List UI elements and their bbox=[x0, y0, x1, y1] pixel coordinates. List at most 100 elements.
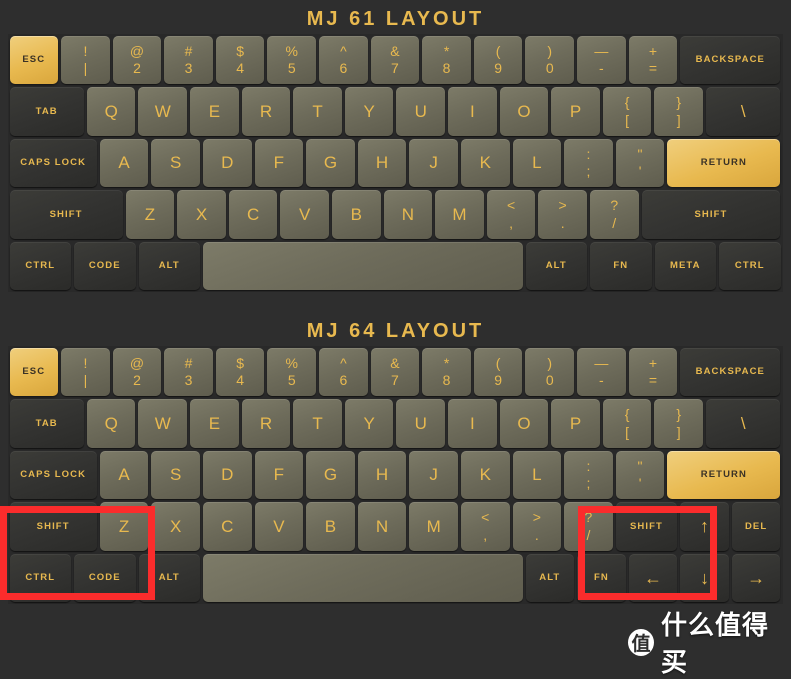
key-f[interactable]: F bbox=[254, 450, 304, 499]
key-symbol[interactable]: " ' bbox=[615, 450, 665, 499]
key-i[interactable]: I bbox=[448, 87, 497, 136]
key-u[interactable]: U bbox=[396, 87, 446, 136]
key-symbol[interactable]: }] bbox=[654, 399, 704, 448]
key-ctrl[interactable]: CTRL bbox=[9, 241, 71, 290]
key-symbol[interactable]: {[ bbox=[602, 87, 652, 136]
key-5[interactable]: % 5 bbox=[267, 35, 317, 84]
key-s[interactable]: S bbox=[151, 138, 200, 187]
key-o[interactable]: O bbox=[499, 87, 549, 136]
key-3[interactable]: #3 bbox=[164, 35, 213, 84]
key-symbol[interactable]: ! | bbox=[61, 35, 110, 84]
key-4[interactable]: $4 bbox=[215, 347, 265, 396]
key-alt[interactable]: ALT bbox=[525, 553, 575, 602]
key-shift[interactable]: SHIFT bbox=[615, 502, 678, 551]
key-arrow-left[interactable]: ← bbox=[628, 553, 678, 602]
key-9[interactable]: (9 bbox=[473, 347, 523, 396]
key-return[interactable]: RETURN bbox=[667, 138, 781, 187]
key-symbol[interactable]: <, bbox=[460, 502, 510, 551]
key-fn[interactable]: FN bbox=[590, 241, 652, 290]
key-fn[interactable]: FN bbox=[577, 553, 626, 602]
key-x[interactable]: X bbox=[177, 190, 226, 239]
key-s[interactable]: S bbox=[151, 450, 200, 499]
key-arrow-up[interactable]: ↑ bbox=[680, 502, 729, 551]
key-h[interactable]: H bbox=[357, 450, 407, 499]
key-tab[interactable]: TAB bbox=[9, 87, 84, 136]
key-j[interactable]: J bbox=[409, 450, 458, 499]
key-w[interactable]: W bbox=[138, 87, 188, 136]
key-6[interactable]: ^ 6 bbox=[319, 347, 368, 396]
key-0[interactable]: ) 0 bbox=[525, 347, 575, 396]
key-symbol[interactable]: + = bbox=[628, 35, 678, 84]
key-shift[interactable]: SHIFT bbox=[9, 190, 123, 239]
key-symbol[interactable]: >. bbox=[538, 190, 587, 239]
key-symbol[interactable]: — - bbox=[577, 35, 626, 84]
key-alt[interactable]: ALT bbox=[138, 241, 200, 290]
key-q[interactable]: Q bbox=[86, 87, 136, 136]
key-del[interactable]: DEL bbox=[731, 502, 781, 551]
key-0[interactable]: ) 0 bbox=[525, 35, 575, 84]
key-symbol[interactable]: " ' bbox=[615, 138, 665, 187]
key-code[interactable]: CODE bbox=[74, 553, 136, 602]
key-symbol[interactable]: ? / bbox=[589, 190, 639, 239]
key-x[interactable]: X bbox=[151, 502, 200, 551]
key-g[interactable]: G bbox=[306, 138, 355, 187]
key-8[interactable]: * 8 bbox=[422, 35, 471, 84]
key-c[interactable]: C bbox=[228, 190, 278, 239]
key-backslash[interactable]: \ bbox=[706, 399, 781, 448]
key-2[interactable]: @2 bbox=[112, 35, 162, 84]
key-z[interactable]: Z bbox=[125, 190, 175, 239]
key-k[interactable]: K bbox=[460, 138, 510, 187]
key-h[interactable]: H bbox=[357, 138, 407, 187]
key-z[interactable]: Z bbox=[99, 502, 149, 551]
key-arrow-right[interactable]: → bbox=[731, 553, 781, 602]
key-2[interactable]: @2 bbox=[112, 347, 162, 396]
key-9[interactable]: (9 bbox=[473, 35, 523, 84]
key-q[interactable]: Q bbox=[86, 399, 136, 448]
key-alt[interactable]: ALT bbox=[525, 241, 587, 290]
key-backspace[interactable]: BACKSPACE bbox=[680, 347, 781, 396]
key-c[interactable]: C bbox=[202, 502, 252, 551]
key-space[interactable] bbox=[203, 553, 523, 602]
key-symbol[interactable]: {[ bbox=[602, 399, 652, 448]
key-k[interactable]: K bbox=[460, 450, 510, 499]
key-i[interactable]: I bbox=[448, 399, 497, 448]
key-shift[interactable]: SHIFT bbox=[9, 502, 97, 551]
key-caps-lock[interactable]: CAPS LOCK bbox=[9, 138, 97, 187]
key-o[interactable]: O bbox=[499, 399, 549, 448]
key-n[interactable]: N bbox=[357, 502, 407, 551]
key-n[interactable]: N bbox=[383, 190, 433, 239]
key-y[interactable]: Y bbox=[344, 87, 394, 136]
key-t[interactable]: T bbox=[293, 87, 342, 136]
key-symbol[interactable]: >. bbox=[512, 502, 562, 551]
key-symbol[interactable]: :; bbox=[564, 138, 613, 187]
key-symbol[interactable]: ! | bbox=[61, 347, 110, 396]
key-f[interactable]: F bbox=[254, 138, 304, 187]
key-g[interactable]: G bbox=[306, 450, 355, 499]
key-meta[interactable]: META bbox=[654, 241, 716, 290]
key-a[interactable]: A bbox=[99, 138, 149, 187]
key-3[interactable]: #3 bbox=[164, 347, 213, 396]
key-shift[interactable]: SHIFT bbox=[641, 190, 781, 239]
key-symbol[interactable]: + = bbox=[628, 347, 678, 396]
key-4[interactable]: $4 bbox=[215, 35, 265, 84]
key-m[interactable]: M bbox=[435, 190, 484, 239]
key-b[interactable]: B bbox=[306, 502, 355, 551]
key-return[interactable]: RETURN bbox=[667, 450, 781, 499]
key-6[interactable]: ^ 6 bbox=[319, 35, 368, 84]
key-e[interactable]: E bbox=[190, 399, 239, 448]
key-backslash[interactable]: \ bbox=[706, 87, 781, 136]
key-7[interactable]: & 7 bbox=[370, 35, 420, 84]
key-l[interactable]: L bbox=[512, 138, 562, 187]
key-m[interactable]: M bbox=[409, 502, 458, 551]
key-r[interactable]: R bbox=[241, 87, 291, 136]
key-arrow-down[interactable]: ↓ bbox=[680, 553, 729, 602]
key-esc[interactable]: ESC bbox=[9, 347, 59, 396]
key-w[interactable]: W bbox=[138, 399, 188, 448]
key-symbol[interactable]: <, bbox=[486, 190, 536, 239]
key-v[interactable]: V bbox=[254, 502, 304, 551]
key-ctrl[interactable]: CTRL bbox=[9, 553, 71, 602]
key-code[interactable]: CODE bbox=[74, 241, 136, 290]
key-v[interactable]: V bbox=[280, 190, 329, 239]
key-symbol[interactable]: :; bbox=[564, 450, 613, 499]
key-b[interactable]: B bbox=[331, 190, 381, 239]
